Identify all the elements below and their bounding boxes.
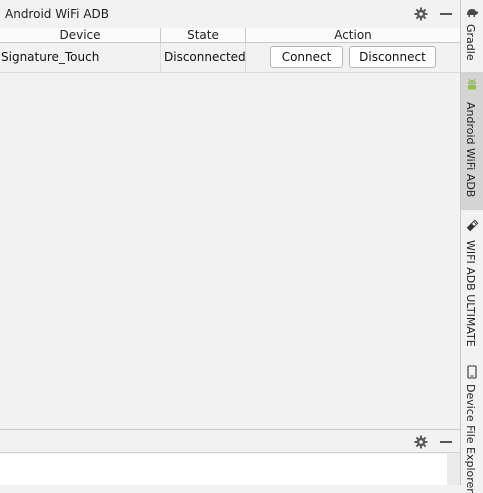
android-wifi-adb-tool-window: Android WiFi ADB Device State Action Sig… (0, 0, 460, 485)
sidebar-tab-label: Android WiFi ADB (464, 102, 477, 198)
sidebar-tab-wifi-adb-ultimate[interactable]: WIFI ADB ULTIMATE (461, 214, 483, 347)
android-icon (464, 76, 480, 92)
sidebar-tab-label: WIFI ADB ULTIMATE (464, 240, 477, 347)
device-name-cell: Signature_Touch (1, 50, 100, 64)
disconnect-button[interactable]: Disconnect (349, 46, 436, 68)
device-state-cell: Disconnected (164, 50, 246, 64)
sidebar-tab-android-wifi-adb[interactable]: Android WiFi ADB (461, 72, 483, 210)
tool-window-header: Android WiFi ADB (0, 0, 460, 29)
minimize-icon[interactable] (438, 434, 454, 450)
gear-icon[interactable] (413, 434, 429, 450)
gradle-icon (464, 4, 480, 20)
table-header: Device State Action (0, 28, 460, 43)
bottom-panel-header (0, 429, 460, 453)
table-row[interactable]: Signature_Touch Disconnected Connect Dis… (0, 43, 460, 73)
vertical-scrollbar[interactable] (447, 454, 460, 485)
sidebar-tab-device-file-explorer[interactable]: Device File Explorer (461, 360, 483, 493)
sidebar-tab-label: Gradle (464, 24, 477, 61)
gear-icon[interactable] (413, 6, 429, 22)
column-header-device[interactable]: Device (0, 28, 161, 42)
right-tool-sidebar: Gradle Android WiFi ADB WIFI ADB ULTIMAT… (460, 0, 483, 493)
column-header-state[interactable]: State (161, 28, 246, 42)
tool-window-title: Android WiFi ADB (5, 7, 110, 21)
bottom-tool-panel (0, 429, 460, 485)
column-header-action[interactable]: Action (246, 28, 460, 42)
bottom-panel-content (0, 454, 447, 485)
column-divider (160, 43, 161, 72)
connect-button[interactable]: Connect (270, 46, 343, 68)
device-icon (464, 364, 480, 380)
sidebar-tab-gradle[interactable]: Gradle (461, 0, 483, 70)
minimize-icon[interactable] (438, 6, 454, 22)
usb-icon (464, 218, 480, 234)
sidebar-tab-label: Device File Explorer (464, 384, 477, 493)
